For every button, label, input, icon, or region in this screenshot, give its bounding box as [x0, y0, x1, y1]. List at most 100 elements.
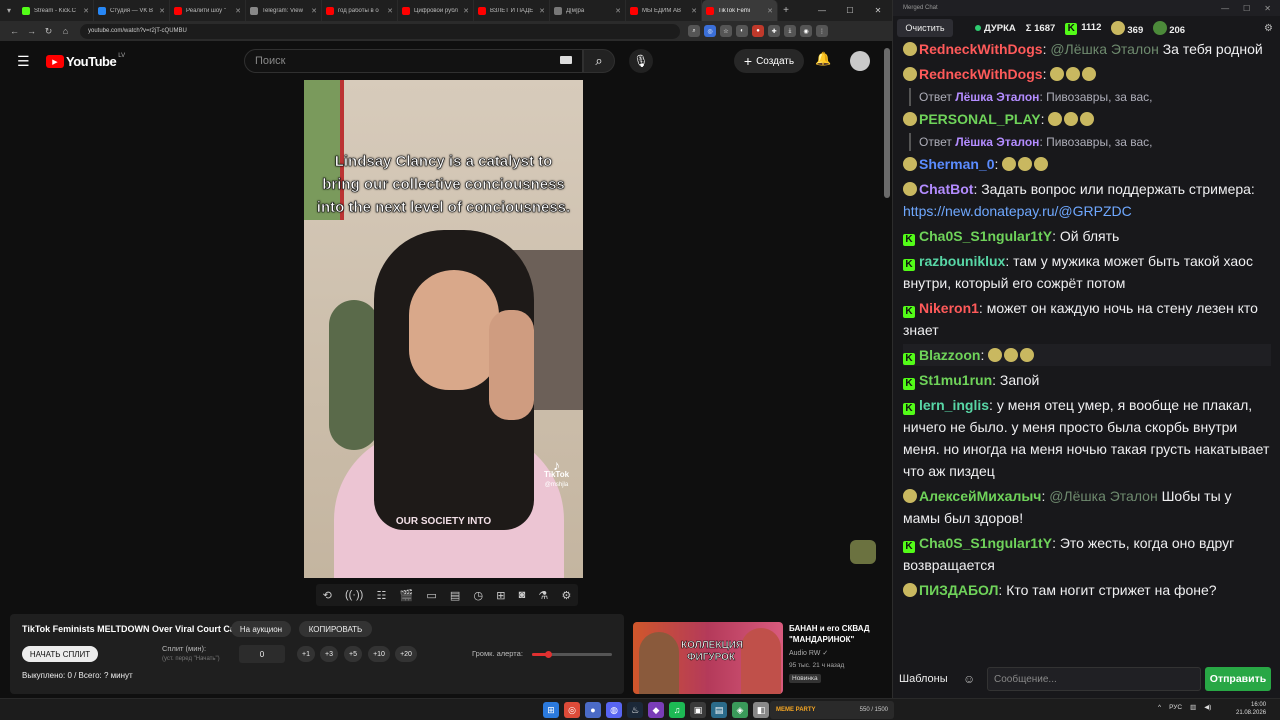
camera-icon[interactable]: ◙ [519, 589, 526, 601]
close-icon[interactable]: ✕ [1264, 4, 1271, 13]
recommended-video[interactable]: КОЛЛЕКЦИЯ ФИГУРОК БАНАН и его СКВАД "МАН… [633, 622, 885, 698]
start-icon[interactable]: ⊞ [543, 702, 559, 718]
increment-button[interactable]: +20 [395, 646, 417, 662]
discord-icon[interactable]: ◍ [606, 702, 622, 718]
forward-icon[interactable]: → [23, 26, 40, 36]
tab-close-icon[interactable]: ✕ [83, 7, 89, 15]
app-icon[interactable]: ▣ [690, 702, 706, 718]
search-input[interactable]: Поиск [244, 49, 583, 73]
playlist-icon[interactable]: ☷ [376, 589, 386, 602]
browser-tab[interactable]: TikTok Femi ✕ [702, 0, 778, 21]
recommended-channel[interactable]: Audio RW ✓ [789, 649, 828, 657]
chat-username[interactable]: razbouniklux [919, 253, 1005, 269]
chat-username[interactable]: ChatBot [919, 181, 973, 197]
back-icon[interactable]: ← [6, 26, 23, 36]
minimize-icon[interactable]: — [1221, 4, 1229, 13]
broadcast-icon[interactable]: ((·)) [345, 589, 363, 601]
increment-button[interactable]: +3 [320, 646, 338, 662]
chat-mention[interactable]: @Лёшка Эталон [1049, 488, 1157, 504]
auction-button[interactable]: На аукцион [231, 621, 291, 637]
browser-tab[interactable]: ВЗЛЕТ И ПАДЕ ✕ [474, 0, 550, 21]
minimize-icon[interactable]: — [808, 6, 836, 15]
reply-user[interactable]: Лёшка Эталон [955, 135, 1039, 149]
chat-username[interactable]: Sherman_0 [919, 156, 994, 172]
browser-tab[interactable]: Цифровой рубл ✕ [398, 0, 474, 21]
notifications-bell-icon[interactable]: 🔔 [815, 51, 831, 67]
tab-close-icon[interactable]: ✕ [463, 7, 469, 15]
zoom-icon[interactable]: ⌕ [688, 25, 700, 37]
page-scrollbar[interactable] [884, 48, 890, 198]
split-minutes-input[interactable]: 0 [239, 645, 285, 663]
spotify-icon[interactable]: ♫ [669, 702, 685, 718]
flask-icon[interactable]: ⚗ [538, 589, 548, 602]
start-split-button[interactable]: НАЧАТЬ СПЛИТ [22, 646, 98, 662]
download-icon[interactable]: ⤓ [784, 25, 796, 37]
settings-gear-icon[interactable]: ⚙ [561, 589, 571, 602]
chat-username[interactable]: lern_inglis [919, 397, 989, 413]
speed-icon[interactable]: ◷ [473, 589, 483, 602]
profile-icon[interactable]: ◉ [800, 25, 812, 37]
tray-chevron-icon[interactable]: ^ [1158, 704, 1161, 711]
browser-tab[interactable]: МЫ ЕДИМ АВ ✕ [626, 0, 702, 21]
reply-user[interactable]: Лёшка Эталон [955, 90, 1039, 104]
tab-close-icon[interactable]: ✕ [235, 7, 241, 15]
add-icon[interactable]: ⊞ [496, 589, 505, 602]
increment-button[interactable]: +5 [344, 646, 362, 662]
reload-icon[interactable]: ↻ [40, 26, 57, 37]
emoji-icon[interactable]: ☺ [963, 672, 983, 686]
menu-icon[interactable]: ⋮ [816, 25, 828, 37]
browser-tab[interactable]: Stream - Kick.C ✕ [18, 0, 94, 21]
app-icon[interactable]: ● [585, 702, 601, 718]
chat-username[interactable]: RedneckWithDogs [919, 66, 1043, 82]
app-icon[interactable]: ◈ [732, 702, 748, 718]
chat-username[interactable]: RedneckWithDogs [919, 41, 1043, 57]
clear-button[interactable]: Очистить [897, 19, 953, 37]
increment-button[interactable]: +1 [297, 646, 315, 662]
home-icon[interactable]: ⌂ [57, 26, 74, 36]
maximize-icon[interactable]: ☐ [836, 6, 864, 15]
tab-menu-icon[interactable]: ▾ [0, 0, 18, 21]
create-button[interactable]: + Создать [734, 49, 804, 73]
chrome-icon[interactable]: ◎ [564, 702, 580, 718]
app-icon[interactable]: ▤ [711, 702, 727, 718]
tab-close-icon[interactable]: ✕ [159, 7, 165, 15]
tab-close-icon[interactable]: ✕ [691, 7, 697, 15]
puzzle-icon[interactable]: ✚ [768, 25, 780, 37]
video-player[interactable]: Lindsay Clancy is a catalyst to bring ou… [304, 80, 583, 578]
extension-icon[interactable]: ◐ [736, 25, 748, 37]
app-icon[interactable]: ◆ [648, 702, 664, 718]
youtube-logo[interactable]: ▶ YouTube LV [46, 53, 125, 69]
chat-username[interactable]: Cha0S_S1ngular1tY [919, 228, 1052, 244]
chat-username[interactable]: ПИЗДАБОЛ [919, 582, 998, 598]
url-field[interactable]: youtube.com/watch?v=r2jT-cQUMBU [80, 23, 680, 39]
increment-button[interactable]: +10 [368, 646, 390, 662]
recommended-title[interactable]: БАНАН и его СКВАД "МАНДАРИНОК" [789, 623, 881, 645]
chat-username[interactable]: АлексейМихалыч [919, 488, 1041, 504]
meme-party-widget[interactable]: MEME PARTY 550 / 1500 [770, 701, 894, 719]
chat-username[interactable]: St1mu1run [919, 372, 992, 388]
avatar[interactable] [850, 51, 870, 71]
loop-icon[interactable]: ⟲ [323, 589, 332, 602]
hamburger-menu-icon[interactable]: ☰ [17, 53, 30, 70]
search-button[interactable]: ⌕ [583, 49, 615, 73]
volume-icon[interactable]: ◀) [1204, 703, 1211, 711]
browser-tab[interactable]: Telegram: View ✕ [246, 0, 322, 21]
clapper-icon[interactable]: 🎬 [399, 589, 413, 602]
chat-link[interactable]: https://new.donatepay.ru/@GRPZDC [903, 203, 1132, 219]
new-tab-button[interactable]: + [778, 5, 794, 16]
tab-close-icon[interactable]: ✕ [539, 7, 545, 15]
settings-gear-icon[interactable]: ⚙ [1264, 23, 1273, 34]
browser-tab[interactable]: Реалити шоу " ✕ [170, 0, 246, 21]
message-input[interactable]: Сообщение... [987, 667, 1201, 691]
chat-username[interactable]: Blazzoon [919, 347, 980, 363]
chat-username[interactable]: Cha0S_S1ngular1tY [919, 535, 1052, 551]
tab-close-icon[interactable]: ✕ [767, 7, 773, 15]
browser-tab[interactable]: Студия — VK В ✕ [94, 0, 170, 21]
close-icon[interactable]: ✕ [864, 6, 892, 15]
copy-button[interactable]: КОПИРОВАТЬ [299, 621, 372, 637]
app-icon[interactable]: ◧ [753, 702, 769, 718]
recommended-thumbnail[interactable]: КОЛЛЕКЦИЯ ФИГУРОК [633, 622, 783, 694]
language-indicator[interactable]: РУС [1169, 704, 1182, 711]
subtitles-icon[interactable]: ▤ [450, 589, 460, 602]
alert-volume-knob[interactable] [545, 651, 552, 658]
